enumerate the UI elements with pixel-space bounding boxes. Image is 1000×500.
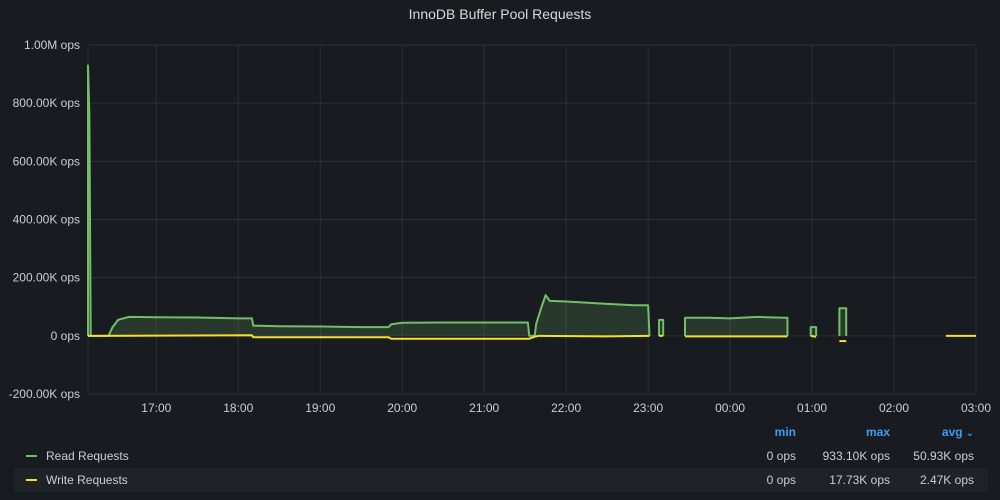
legend-row-read-requests[interactable]: Read Requests 0 ops 933.10K ops 50.93K o… xyxy=(14,444,988,468)
y-tick-label: -200.00K ops xyxy=(9,387,80,401)
y-tick-label: 800.00K ops xyxy=(13,96,80,110)
read-requests-area xyxy=(839,308,847,336)
x-tick-label: 21:00 xyxy=(469,401,499,415)
legend-value-avg: 2.47K ops xyxy=(919,473,974,487)
x-tick-label: 03:00 xyxy=(961,401,991,415)
time-series-chart[interactable]: -200.00K ops 0 ops 200.00K ops 400.00K ops 6… xyxy=(0,0,1000,420)
x-tick-label: 20:00 xyxy=(387,401,417,415)
x-tick-label: 00:00 xyxy=(715,401,745,415)
legend-swatch-read xyxy=(26,455,37,457)
read-requests-area xyxy=(685,316,788,336)
legend-value-avg: 50.93K ops xyxy=(913,449,974,463)
write-requests-line xyxy=(810,334,817,338)
y-tick-label: 600.00K ops xyxy=(13,154,80,168)
read-requests-area xyxy=(88,65,650,336)
legend-header: min max avg ⌄ xyxy=(14,420,988,444)
y-tick-label: 200.00K ops xyxy=(13,271,80,285)
chevron-down-icon: ⌄ xyxy=(965,428,974,439)
x-tick-label: 01:00 xyxy=(797,401,827,415)
legend-series-name[interactable]: Read Requests xyxy=(46,444,129,468)
y-tick-label: 1.00M ops xyxy=(24,38,80,52)
y-tick-label: 400.00K ops xyxy=(13,213,80,227)
legend-table: min max avg ⌄ Read Requests 0 ops 933.10K… xyxy=(14,420,988,492)
legend-header-avg[interactable]: avg ⌄ xyxy=(854,420,974,446)
x-tick-label: 19:00 xyxy=(305,401,335,415)
x-tick-label: 22:00 xyxy=(551,401,581,415)
x-tick-label: 23:00 xyxy=(633,401,663,415)
legend-series-name[interactable]: Write Requests xyxy=(46,468,128,492)
y-tick-label: 0 ops xyxy=(51,329,80,343)
x-tick-label: 17:00 xyxy=(141,401,171,415)
x-tick-label: 18:00 xyxy=(223,401,253,415)
legend-swatch-write xyxy=(26,479,37,481)
legend-row-write-requests[interactable]: Write Requests 0 ops 17.73K ops 2.47K op… xyxy=(14,468,988,492)
read-requests-line xyxy=(87,64,651,337)
x-tick-label: 02:00 xyxy=(879,401,909,415)
